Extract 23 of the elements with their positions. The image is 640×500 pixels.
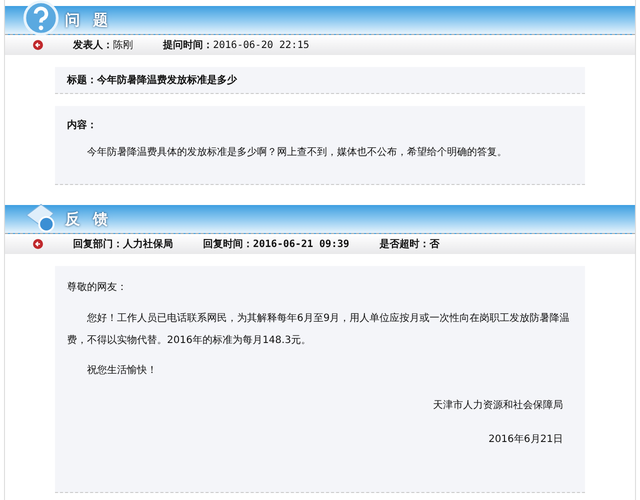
meta-label: 是否超时：: [379, 238, 430, 251]
meta-label: 回复时间：: [203, 238, 253, 251]
content-label: 内容：: [67, 118, 98, 132]
meta-value: 否: [429, 238, 440, 251]
subject-text: 标题：今年防暑降温费发放标准是多少: [67, 75, 237, 86]
meta-label: 回复部门：: [73, 237, 123, 251]
meta-label: 提问时间：: [163, 38, 213, 52]
signature-text: 天津市人力资源和社会保障局: [432, 398, 563, 413]
reply-paragraph: 祝您生活愉快！: [86, 364, 158, 378]
greeting-text: 尊敬的网友：: [67, 280, 128, 295]
meta-value: 2016-06-20 22:15: [213, 40, 310, 50]
content-text: 今年防暑降温费具体的发放标准是多少啊？网上查不到，媒体也不公布，希望给个明确的答复。: [86, 146, 508, 160]
date-text: 2016年6月21日: [487, 433, 563, 447]
arrow-icon: [33, 239, 43, 249]
section-title: 问 题: [65, 10, 112, 30]
section-title: 反 馈: [65, 210, 112, 228]
meta-value: 2016-06-21 09:39: [253, 238, 350, 250]
reply-paragraph: 您好！工作人员已电话联系网民，为其解释每年6月至9月，用人单位应按月或一次性向在岗职工发放防暑降温费，不得以实物代替。2016年的标准为每月148.3元。: [67, 312, 571, 348]
meta-value: 人力社保局: [123, 238, 173, 251]
meta-value: 陈刚: [113, 39, 133, 52]
question-mark-icon: [23, 0, 59, 36]
meta-label: 发表人：: [73, 38, 113, 52]
arrow-icon: [33, 40, 43, 50]
